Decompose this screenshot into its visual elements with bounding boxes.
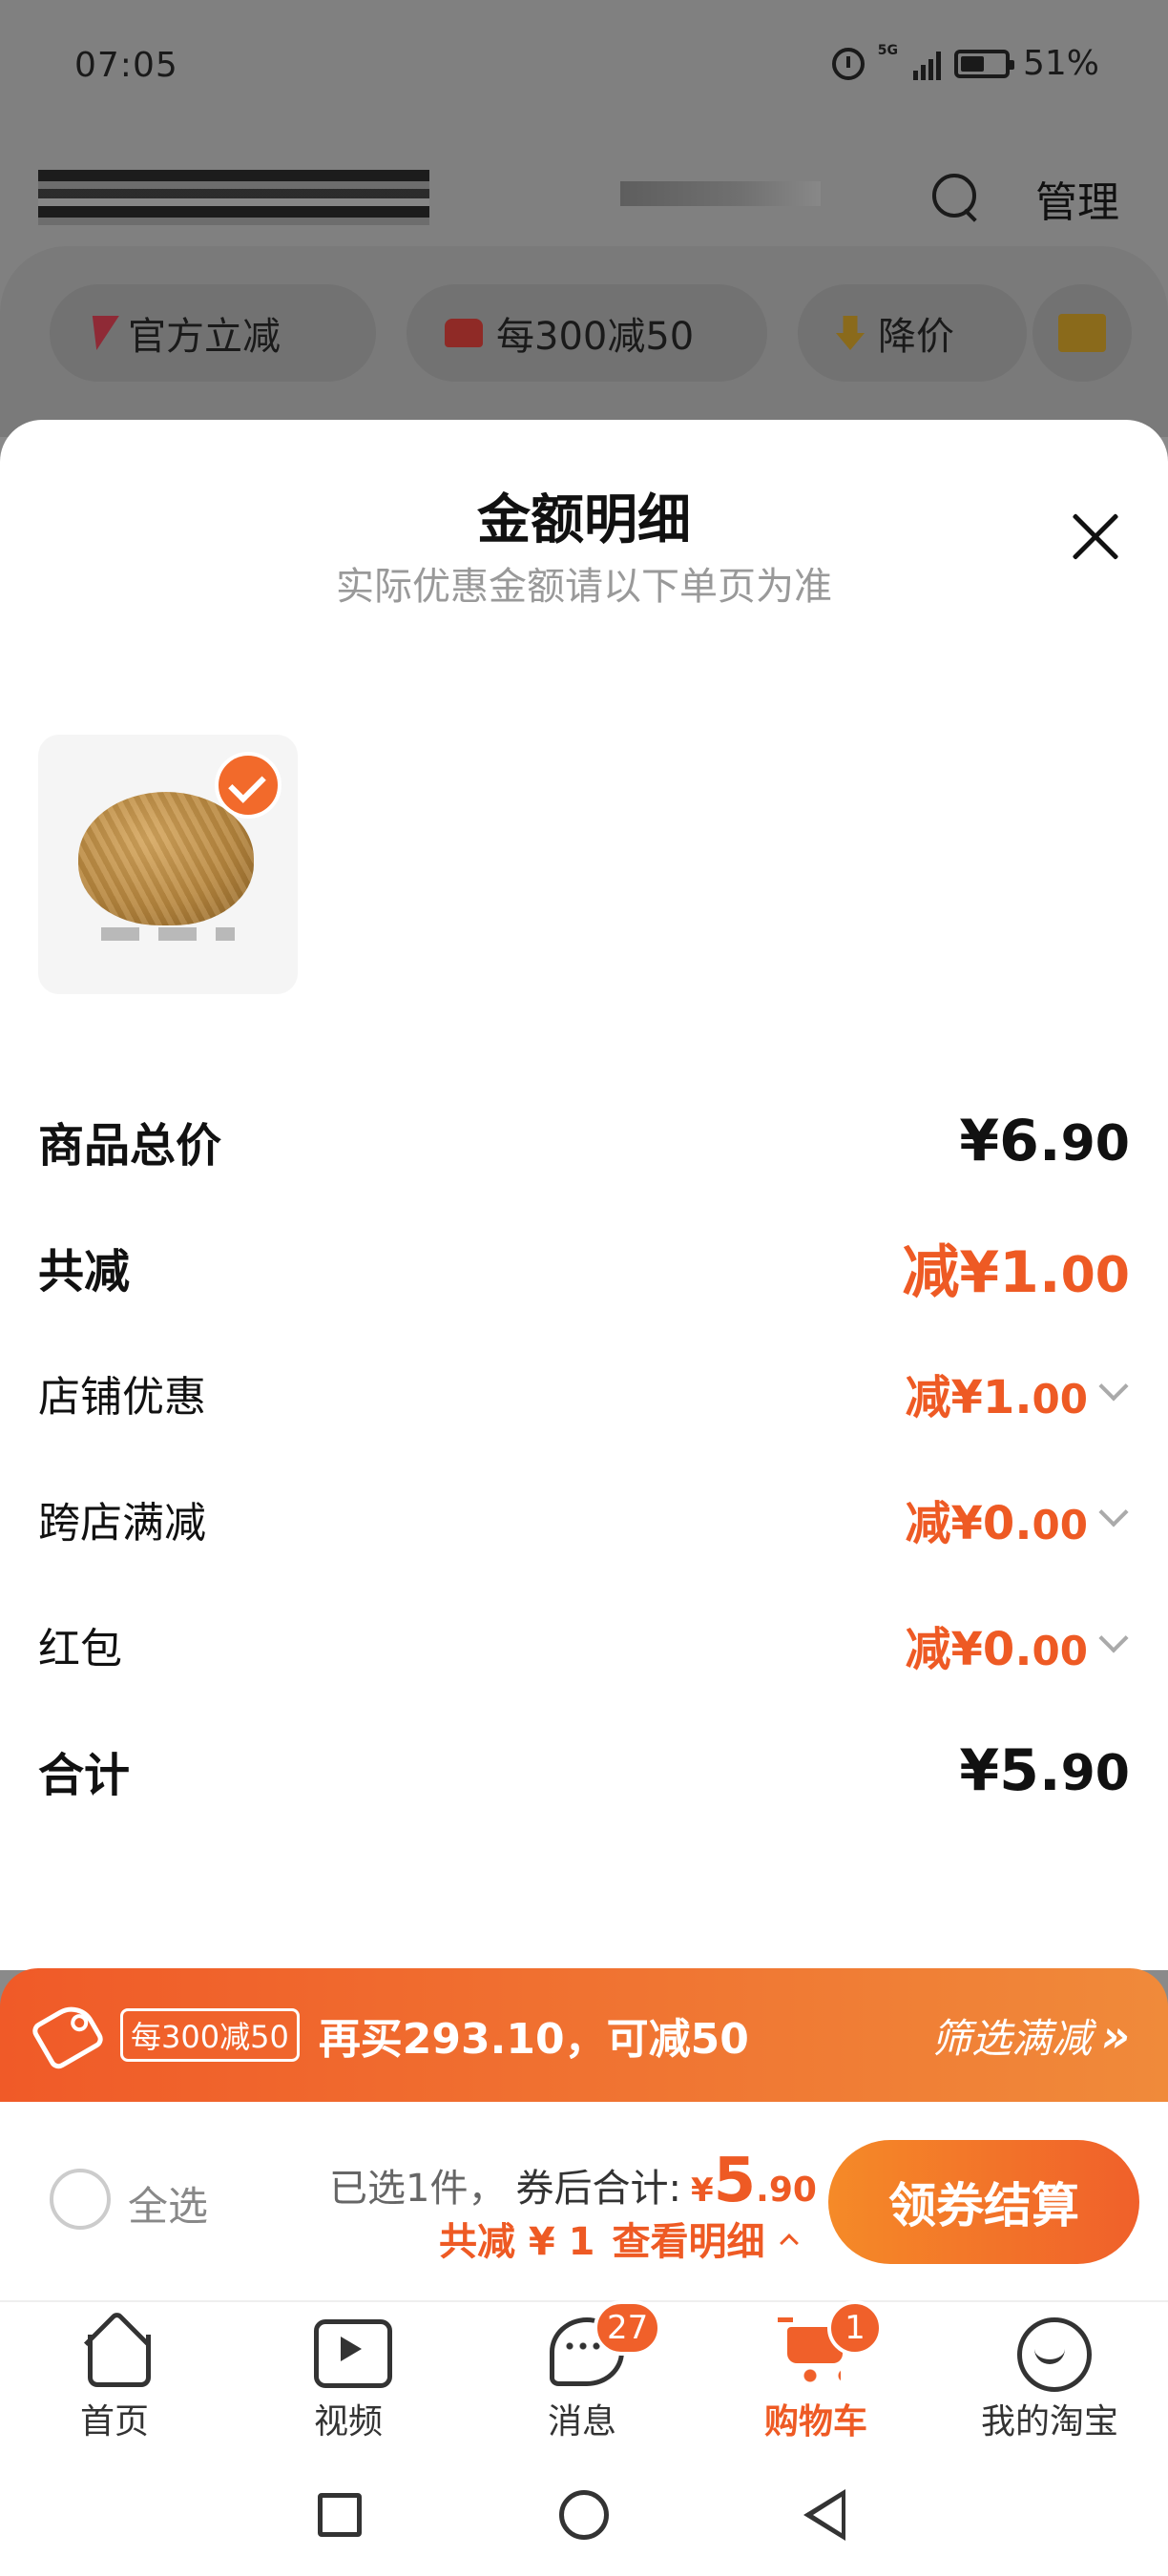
chip-official-discount[interactable]: 官方立减 bbox=[50, 284, 376, 382]
price-down-icon bbox=[836, 316, 865, 350]
close-icon[interactable] bbox=[1069, 509, 1122, 563]
product-thumbnail[interactable] bbox=[38, 735, 298, 994]
select-all-label[interactable]: 全选 bbox=[128, 2174, 208, 2233]
chip-cross-store[interactable]: 每300减50 bbox=[407, 284, 767, 382]
battery-percent: 51% bbox=[1022, 44, 1099, 83]
tab-label: 我的淘宝 bbox=[980, 2402, 1118, 2441]
smile-icon bbox=[1012, 2312, 1092, 2392]
checkout-button[interactable]: 领券结算 bbox=[828, 2140, 1139, 2264]
double-chevron-right-icon: » bbox=[1101, 2009, 1130, 2062]
filter-label: 筛选满减 bbox=[931, 2015, 1093, 2062]
promo-text: 再买293.10，可减50 bbox=[318, 2015, 749, 2064]
promo-badge: 每300减50 bbox=[120, 2008, 300, 2062]
row-label: 共减 bbox=[38, 1245, 131, 1298]
battery-icon bbox=[953, 49, 1014, 78]
after-coupon-label: 券后合计: bbox=[515, 2167, 681, 2211]
view-detail-link[interactable]: 查看明细 bbox=[613, 2211, 765, 2266]
product-label-image bbox=[101, 927, 235, 941]
chip-label: 官方立减 bbox=[128, 315, 281, 359]
row-goods-total: 商品总价 ¥6.90 bbox=[38, 1103, 1130, 1179]
store-icon bbox=[445, 319, 483, 347]
promo-banner[interactable]: 每300减50 再买293.10，可减50 筛选满减 » bbox=[0, 1968, 1168, 2102]
row-shop-discount[interactable]: 店铺优惠 减¥1.00 bbox=[38, 1355, 1130, 1431]
row-label: 商品总价 bbox=[38, 1119, 222, 1173]
row-label: 合计 bbox=[38, 1749, 131, 1802]
tab-my-taobao[interactable]: 我的淘宝 bbox=[954, 2312, 1145, 2443]
status-icons: 5G 51% bbox=[831, 43, 1099, 83]
checkout-bar: 全选 已选1件， 券后合计: ¥5.90 共减 ¥ 1 查看明细 领券结算 bbox=[0, 2102, 1168, 2302]
selected-check-icon[interactable] bbox=[215, 752, 282, 819]
background-overlay[interactable]: 07:05 5G 51% 管理 官方立减 每300减50 降价 bbox=[0, 0, 1168, 437]
chevron-up-icon bbox=[779, 2233, 799, 2253]
total-price: ¥5.90 bbox=[690, 2146, 817, 2216]
home-icon bbox=[76, 2312, 153, 2388]
chevron-down-icon[interactable] bbox=[1098, 1371, 1129, 1402]
row-label: 跨店满减 bbox=[38, 1499, 206, 1548]
manage-button[interactable]: 管理 bbox=[1035, 168, 1119, 229]
status-time: 07:05 bbox=[74, 46, 178, 85]
home-button-icon[interactable] bbox=[559, 2490, 609, 2540]
filter-discount-link[interactable]: 筛选满减 » bbox=[931, 2006, 1130, 2065]
tab-label: 视频 bbox=[313, 2402, 383, 2441]
cart-icon: 1 bbox=[778, 2300, 883, 2388]
tab-label: 购物车 bbox=[763, 2402, 867, 2441]
folder-icon bbox=[1058, 314, 1106, 352]
redacted-title bbox=[38, 170, 429, 225]
chevron-down-icon[interactable] bbox=[1098, 1623, 1129, 1653]
tab-label: 消息 bbox=[547, 2402, 616, 2441]
select-all-radio[interactable] bbox=[50, 2169, 111, 2230]
sheet-subtitle: 实际优惠金额请以下单页为准 bbox=[336, 565, 832, 609]
cart-top-nav: 管理 bbox=[0, 153, 1168, 239]
row-value: 减¥0.00 bbox=[905, 1497, 1089, 1550]
chip-folder[interactable] bbox=[1032, 284, 1132, 382]
network-type: 5G bbox=[877, 43, 898, 58]
saved-amount: 共减 ¥ 1 bbox=[439, 2220, 595, 2264]
row-label: 红包 bbox=[38, 1625, 122, 1673]
tab-messages[interactable]: 27 消息 bbox=[487, 2300, 678, 2443]
search-icon[interactable] bbox=[930, 172, 980, 221]
tab-cart[interactable]: 1 购物车 bbox=[720, 2300, 911, 2443]
bottom-tab-bar: 首页 视频 27 消息 1 购物车 我的淘宝 bbox=[0, 2300, 1168, 2464]
redacted-address[interactable] bbox=[620, 181, 821, 206]
back-icon[interactable] bbox=[803, 2489, 855, 2541]
lightning-icon bbox=[83, 316, 119, 350]
video-icon bbox=[310, 2312, 392, 2388]
row-cross-store-discount[interactable]: 跨店满减 减¥0.00 bbox=[38, 1481, 1130, 1557]
row-red-packet[interactable]: 红包 减¥0.00 bbox=[38, 1607, 1130, 1683]
message-badge: 27 bbox=[594, 2300, 662, 2356]
chip-price-drop[interactable]: 降价 bbox=[798, 284, 1027, 382]
message-icon: 27 bbox=[544, 2300, 662, 2388]
tab-home[interactable]: 首页 bbox=[19, 2312, 210, 2443]
chip-label: 每300减50 bbox=[496, 315, 695, 359]
sheet-title: 金额明细 bbox=[477, 489, 691, 551]
row-value: 减¥1.00 bbox=[902, 1238, 1130, 1306]
coupon-tag-icon bbox=[29, 1998, 107, 2072]
alarm-icon bbox=[831, 47, 865, 80]
amount-detail-sheet: 金额明细 实际优惠金额请以下单页为准 商品总价 ¥6.90 共减 减¥1.00 … bbox=[0, 420, 1168, 1970]
status-bar: 07:05 5G 51% bbox=[0, 0, 1168, 134]
row-grand-total: 合计 ¥5.90 bbox=[38, 1733, 1130, 1809]
tab-video[interactable]: 视频 bbox=[253, 2312, 444, 2443]
row-value: ¥5.90 bbox=[959, 1737, 1130, 1804]
selected-summary: 已选1件， 券后合计: ¥5.90 bbox=[329, 2146, 817, 2216]
chip-label: 降价 bbox=[878, 315, 954, 359]
selected-count: 已选1件， bbox=[329, 2167, 507, 2211]
tab-label: 首页 bbox=[79, 2402, 149, 2441]
filter-chips: 官方立减 每300减50 降价 bbox=[0, 246, 1168, 437]
signal-icon bbox=[912, 48, 941, 80]
row-value: ¥6.90 bbox=[959, 1108, 1130, 1174]
saved-summary[interactable]: 共减 ¥ 1 查看明细 bbox=[439, 2211, 799, 2266]
recent-apps-icon[interactable] bbox=[318, 2493, 362, 2537]
row-value: 减¥1.00 bbox=[905, 1371, 1089, 1424]
row-total-discount: 共减 减¥1.00 bbox=[38, 1229, 1130, 1306]
system-nav-bar bbox=[0, 2464, 1168, 2576]
cart-badge: 1 bbox=[827, 2300, 883, 2356]
chevron-down-icon[interactable] bbox=[1098, 1497, 1129, 1527]
row-value: 减¥0.00 bbox=[905, 1623, 1089, 1676]
row-label: 店铺优惠 bbox=[38, 1373, 206, 1422]
